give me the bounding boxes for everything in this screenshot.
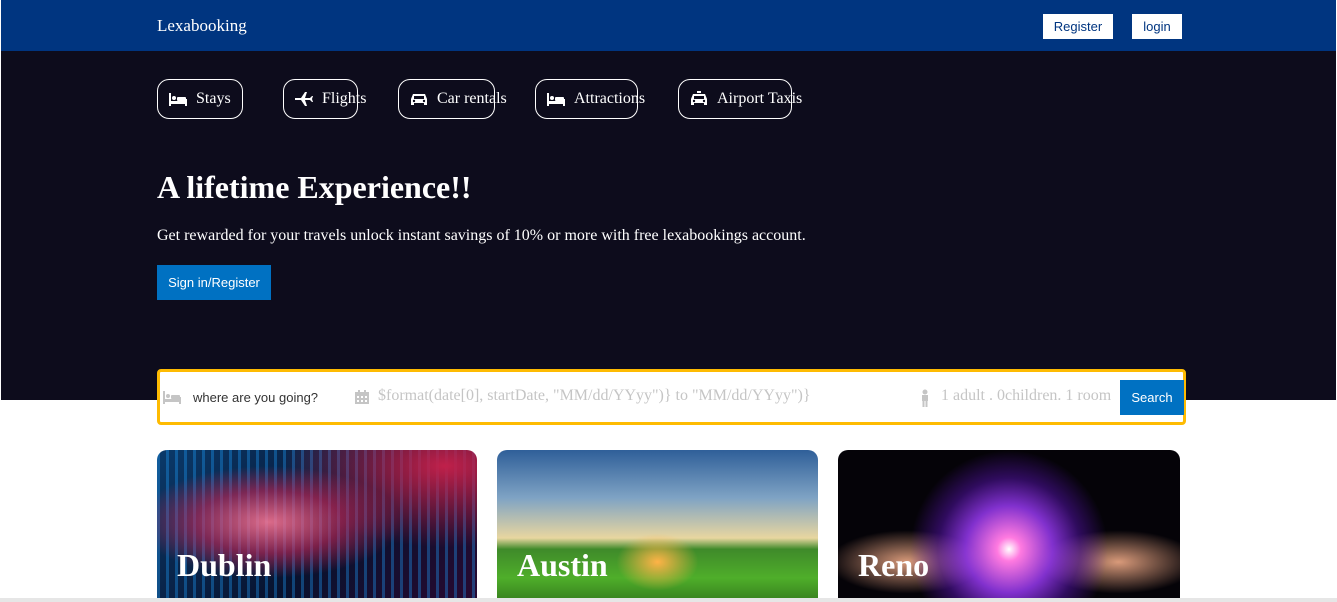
plane-icon — [295, 92, 313, 106]
taxi-icon — [691, 91, 707, 105]
tab-flights[interactable]: Flights — [283, 79, 366, 119]
bed-icon — [169, 93, 187, 106]
city-card-reno[interactable]: Reno — [838, 450, 1180, 602]
tab-airport-taxis[interactable]: Airport Taxis — [678, 79, 802, 119]
tab-label: Airport Taxis — [717, 90, 803, 107]
car-icon — [411, 94, 427, 105]
logo[interactable]: Lexabooking — [157, 16, 247, 36]
guests-field[interactable]: 1 adult . 0children. 1 room — [941, 387, 1111, 405]
sign-in-register-button[interactable]: Sign in/Register — [157, 265, 271, 300]
search-bar: where are you going? $format(date[0], st… — [157, 369, 1186, 425]
bed-icon — [163, 391, 181, 404]
destination-input[interactable]: where are you going? — [193, 390, 353, 405]
tab-car-rentals[interactable]: Car rentals — [398, 79, 507, 119]
city-name: Dublin — [177, 547, 272, 583]
horizontal-scrollbar[interactable] — [0, 598, 1337, 602]
tab-stays[interactable]: Stays — [157, 79, 243, 119]
search-button[interactable]: Search — [1120, 380, 1184, 415]
calendar-icon — [355, 390, 369, 404]
city-name: Austin — [517, 547, 608, 583]
tab-label: Flights — [322, 90, 367, 107]
hero-subtitle: Get rewarded for your travels unlock ins… — [157, 227, 806, 244]
tab-attractions[interactable]: Attractions — [535, 79, 645, 119]
tab-label: Stays — [196, 90, 231, 107]
tab-label: Attractions — [574, 90, 646, 107]
top-navbar: Lexabooking Register login — [1, 0, 1336, 51]
person-icon — [922, 389, 928, 407]
city-name: Reno — [858, 547, 930, 583]
tab-label: Car rentals — [437, 90, 507, 107]
register-button[interactable]: Register — [1043, 14, 1113, 39]
bed-icon — [547, 93, 565, 106]
hero-title: A lifetime Experience!! — [157, 169, 472, 205]
city-card-dublin[interactable]: Dublin — [157, 450, 477, 602]
hero-section: Stays Flights Car rentals Attractions Ai… — [1, 51, 1336, 400]
date-range-field[interactable]: $format(date[0], startDate, "MM/dd/YYyy"… — [378, 387, 811, 405]
login-button[interactable]: login — [1132, 14, 1182, 39]
city-card-austin[interactable]: Austin — [497, 450, 818, 602]
